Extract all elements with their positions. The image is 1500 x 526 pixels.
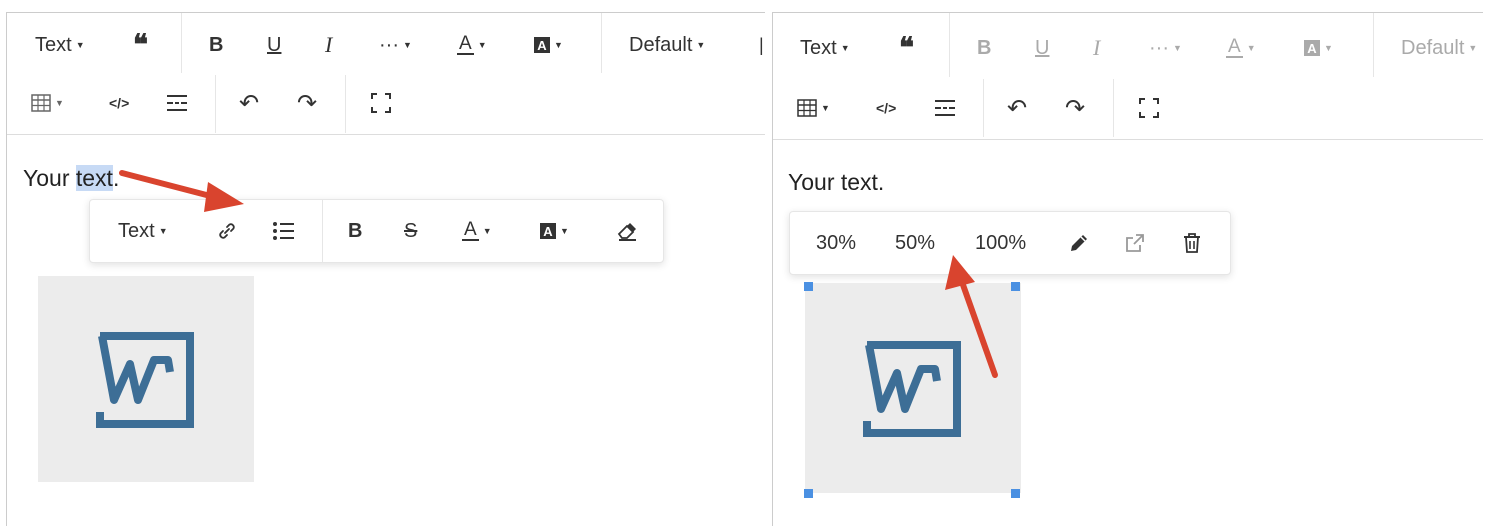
- code-icon[interactable]: </>: [876, 93, 896, 123]
- resize-handle-bottom-right[interactable]: [1011, 489, 1020, 498]
- background-color-dropdown[interactable]: A ▼: [534, 30, 563, 60]
- size-30-button[interactable]: 30%: [816, 228, 856, 258]
- more-styles-dropdown[interactable]: ··· ▼: [1149, 33, 1182, 63]
- paragraph-text: Your: [23, 165, 76, 191]
- caret-down-icon: ▼: [55, 98, 64, 108]
- caret-down-icon: ▼: [477, 40, 487, 50]
- editor-paragraph[interactable]: Your text.: [788, 169, 884, 196]
- caret-down-icon: ▼: [840, 43, 850, 53]
- heading-dropdown-label: Text: [35, 33, 72, 56]
- image-toolbar: 30% 50% 100%: [789, 211, 1231, 275]
- redo-icon[interactable]: ↷: [297, 88, 317, 118]
- caret-down-icon: ▼: [158, 226, 168, 236]
- editor-paragraph[interactable]: Your text.: [23, 165, 119, 192]
- selected-text: text: [75, 165, 113, 191]
- background-color-dropdown[interactable]: A ▼: [1304, 33, 1333, 63]
- delete-icon[interactable]: [1182, 228, 1202, 258]
- table-icon: [31, 94, 51, 112]
- background-color-icon: A: [1304, 40, 1320, 56]
- caret-down-icon: ▼: [696, 40, 706, 50]
- editor-panel-image-selection: Text ▼ ❝ B U I ··· ▼ A ▼ A ▼ Default ▼ ▼ </>: [772, 12, 1483, 526]
- caret-down-icon: ▼: [402, 40, 412, 50]
- underline-icon[interactable]: U: [1035, 33, 1049, 63]
- inline-font-color-dropdown[interactable]: A ▼: [462, 216, 492, 246]
- inline-heading-dropdown[interactable]: Text ▼: [118, 216, 168, 246]
- open-link-icon[interactable]: [1124, 228, 1146, 258]
- bold-icon[interactable]: B: [977, 33, 991, 63]
- inline-heading-label: Text: [118, 219, 155, 242]
- undo-icon[interactable]: ↶: [239, 88, 259, 118]
- background-color-icon: A: [540, 223, 556, 239]
- link-icon[interactable]: [216, 216, 238, 246]
- fullscreen-icon[interactable]: [371, 88, 391, 118]
- logo-image-selected[interactable]: [805, 283, 1021, 493]
- inline-background-color-dropdown[interactable]: A ▼: [540, 216, 569, 246]
- divider-icon[interactable]: [165, 88, 189, 118]
- clear-format-icon[interactable]: [616, 216, 638, 246]
- font-color-icon: A: [462, 219, 479, 241]
- strikethrough-icon[interactable]: S: [404, 216, 417, 246]
- font-color-dropdown[interactable]: A ▼: [1226, 33, 1256, 63]
- bulleted-list-icon[interactable]: [272, 216, 296, 246]
- resize-handle-bottom-left[interactable]: [804, 489, 813, 498]
- blockquote-icon[interactable]: ❝: [899, 33, 914, 64]
- logo-image[interactable]: [38, 276, 254, 482]
- divider-icon[interactable]: [933, 93, 957, 123]
- font-family-label: Default: [629, 33, 693, 56]
- background-color-icon: A: [534, 37, 550, 53]
- underline-icon[interactable]: U: [267, 30, 281, 60]
- more-styles-label: ···: [379, 33, 399, 56]
- undo-icon[interactable]: ↶: [1007, 93, 1027, 123]
- toolbar-overflow-icon[interactable]: |: [759, 30, 764, 60]
- paragraph-text-end: .: [112, 165, 120, 191]
- caret-down-icon: ▼: [482, 226, 492, 236]
- caret-down-icon: ▼: [821, 103, 830, 113]
- inline-bold-icon[interactable]: B: [348, 216, 362, 246]
- caret-down-icon: ▼: [1324, 43, 1333, 53]
- italic-icon[interactable]: I: [1093, 33, 1100, 63]
- heading-dropdown-label: Text: [800, 36, 837, 59]
- caret-down-icon: ▼: [1172, 43, 1182, 53]
- resize-handle-top-left[interactable]: [804, 282, 813, 291]
- caret-down-icon: ▼: [1246, 43, 1256, 53]
- caret-down-icon: ▼: [1468, 43, 1478, 53]
- fullscreen-icon[interactable]: [1139, 93, 1159, 123]
- heading-dropdown[interactable]: Text ▼: [35, 30, 85, 60]
- font-color-dropdown[interactable]: A ▼: [457, 30, 487, 60]
- size-100-button[interactable]: 100%: [975, 228, 1026, 258]
- italic-icon[interactable]: I: [325, 30, 332, 60]
- editor-panel-text-selection: Text ▼ ❝ B U I ··· ▼ A ▼ A ▼ Default ▼ | ▼ </…: [6, 12, 765, 526]
- bold-icon[interactable]: B: [209, 30, 223, 60]
- table-icon: [797, 99, 817, 117]
- font-family-dropdown[interactable]: Default ▼: [1401, 33, 1477, 63]
- table-dropdown[interactable]: ▼: [31, 88, 64, 118]
- more-styles-dropdown[interactable]: ··· ▼: [379, 30, 412, 60]
- inline-format-toolbar: Text ▼ B S A ▼ A ▼: [89, 199, 664, 263]
- font-color-icon: A: [1226, 36, 1243, 58]
- more-styles-label: ···: [1149, 36, 1169, 59]
- heading-dropdown[interactable]: Text ▼: [800, 33, 850, 63]
- w-logo-icon: [96, 332, 194, 428]
- code-icon[interactable]: </>: [109, 88, 129, 118]
- redo-icon[interactable]: ↷: [1065, 93, 1085, 123]
- edit-icon[interactable]: [1068, 228, 1090, 258]
- font-family-dropdown[interactable]: Default ▼: [629, 30, 705, 60]
- font-family-label: Default: [1401, 36, 1465, 59]
- resize-handle-top-right[interactable]: [1011, 282, 1020, 291]
- blockquote-icon[interactable]: ❝: [133, 30, 148, 61]
- size-50-button[interactable]: 50%: [895, 228, 935, 258]
- caret-down-icon: ▼: [75, 40, 85, 50]
- w-logo-icon: [863, 341, 961, 437]
- table-dropdown[interactable]: ▼: [797, 93, 830, 123]
- font-color-icon: A: [457, 33, 474, 55]
- caret-down-icon: ▼: [554, 40, 563, 50]
- caret-down-icon: ▼: [560, 226, 569, 236]
